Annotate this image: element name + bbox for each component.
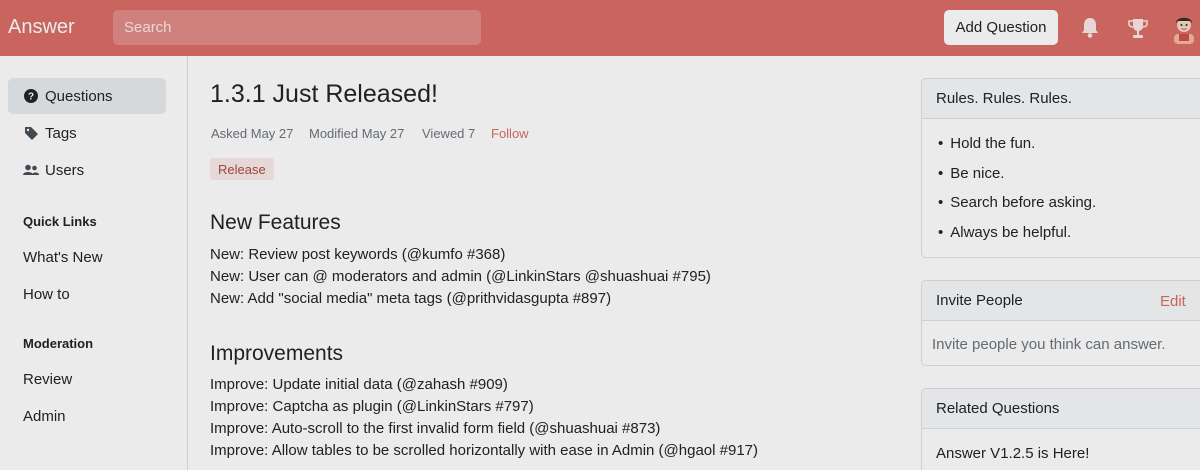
related-questions-card: Related Questions Answer V1.2.5 is Here! [921,388,1200,470]
bell-icon[interactable] [1077,14,1103,42]
brand-logo[interactable]: Answer [8,16,75,39]
question-circle-icon: ? [23,89,39,103]
rules-card: Rules. Rules. Rules. Hold the fun. Be ni… [921,78,1200,258]
view-count: Viewed 7 [422,126,476,141]
related-card-title: Related Questions [922,389,1200,429]
sidebar-item-users[interactable]: Users [8,152,166,188]
svg-text:?: ? [28,92,34,103]
modified-date: Modified May 27 [309,126,405,141]
sidebar-item-label: Users [45,161,85,179]
tag-release[interactable]: Release [210,158,274,180]
sidebar-link-admin[interactable]: Admin [23,408,66,425]
moderation-heading: Moderation [23,336,94,351]
sidebar-link-how-to[interactable]: How to [23,286,70,303]
top-navbar: Answer Add Question [0,0,1200,56]
list-item: Improve: Allow tables to be scrolled hor… [210,442,759,459]
invite-description: Invite people you think can answer. [932,336,1166,353]
list-item: New: User can @ moderators and admin (@L… [210,268,711,285]
related-question-link[interactable]: Answer V1.2.5 is Here! [936,445,1089,462]
avatar[interactable] [1170,12,1198,44]
rules-card-title: Rules. Rules. Rules. [922,79,1200,119]
invite-card-header: Invite People Edit [922,281,1200,321]
search-input[interactable] [113,10,481,45]
rule-item: Be nice. [938,165,1004,182]
rule-item: Search before asking. [938,194,1096,211]
new-features-heading: New Features [210,211,341,234]
sidebar-item-tags[interactable]: Tags [8,115,166,151]
users-icon [23,164,39,176]
improvements-heading: Improvements [210,342,344,365]
follow-link[interactable]: Follow [491,126,529,141]
sidebar-link-review[interactable]: Review [23,371,72,388]
sidebar-link-whats-new[interactable]: What's New [23,249,103,266]
rule-item: Always be helpful. [938,224,1071,241]
left-sidebar: ? Questions Tags Users Quick Links What'… [0,56,188,470]
edit-invite-link[interactable]: Edit [1160,293,1186,310]
sidebar-item-label: Tags [45,124,77,142]
list-item: Improve: Auto-scroll to the first invali… [210,420,661,437]
sidebar-item-label: Questions [45,87,113,105]
add-question-button[interactable]: Add Question [944,10,1058,45]
quick-links-heading: Quick Links [23,214,97,229]
asked-date: Asked May 27 [211,126,294,141]
list-item: Improve: Update initial data (@zahash #9… [210,376,508,393]
invite-people-card: Invite People Edit Invite people you thi… [921,280,1200,366]
trophy-icon[interactable] [1125,14,1151,42]
invite-card-title: Invite People [936,292,1023,309]
sidebar-item-questions[interactable]: ? Questions [8,78,166,114]
list-item: Improve: Captcha as plugin (@LinkinStars… [210,398,534,415]
tag-icon [23,126,39,140]
list-item: New: Review post keywords (@kumfo #368) [210,246,506,263]
page-title: 1.3.1 Just Released! [210,80,438,108]
rule-item: Hold the fun. [938,135,1035,152]
list-item: New: Add "social media" meta tags (@prit… [210,290,612,307]
